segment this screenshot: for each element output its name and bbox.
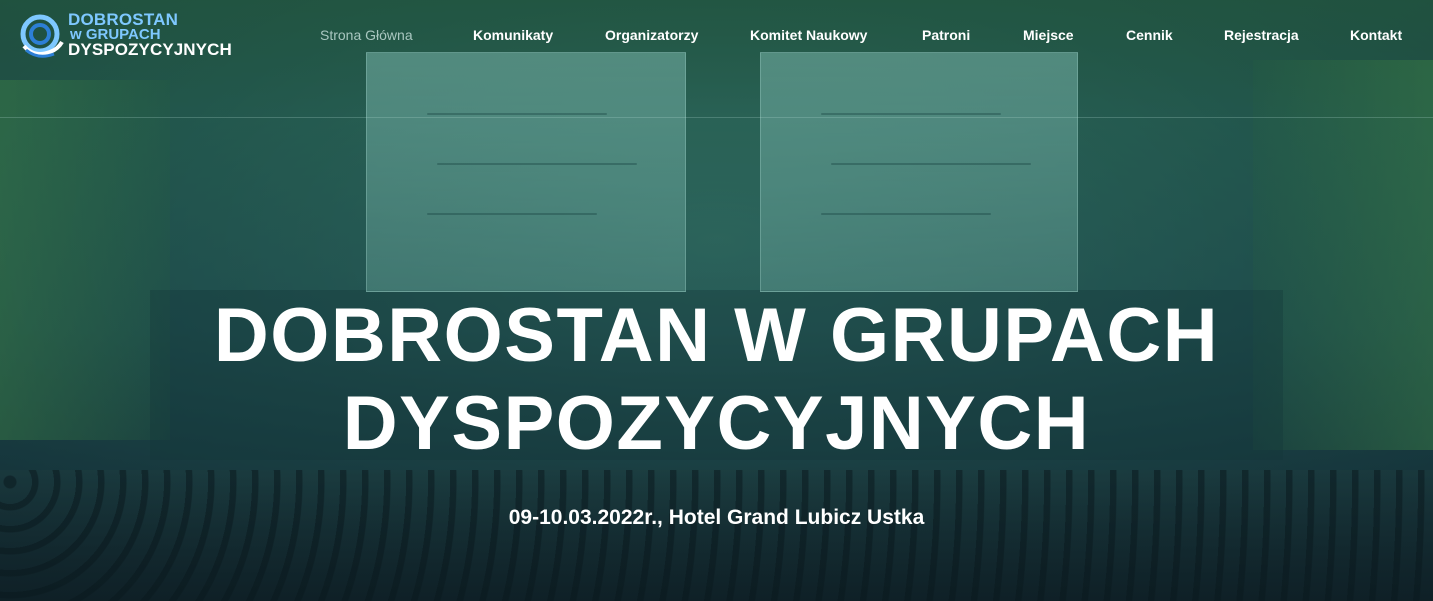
conference-logo-icon [20,14,64,58]
logo-line-1: DOBROSTAN [68,10,179,29]
nav-item-cennik[interactable]: Cennik [1126,27,1173,43]
nav-item-kontakt[interactable]: Kontakt [1350,27,1402,43]
nav-item-strona-glowna[interactable]: Strona Główna [320,27,413,43]
hero-subtitle: 09-10.03.2022r., Hotel Grand Lubicz Ustk… [508,506,925,529]
logo-text: DOBROSTAN w GRUPACH DYSPOZYCYJNYCH [68,10,238,59]
nav-item-komitet-naukowy[interactable]: Komitet Naukowy [750,27,867,43]
nav-item-komunikaty[interactable]: Komunikaty [473,27,553,43]
main-navigation: Strona Główna Komunikaty Organizatorzy K… [320,27,1413,47]
nav-item-rejestracja[interactable]: Rejestracja [1224,27,1299,43]
nav-item-patroni[interactable]: Patroni [922,27,970,43]
hero-title: DOBROSTAN W GRUPACH DYSPOZYCYJNYCH [0,292,1433,468]
audience-silhouettes [0,470,1433,601]
hero-title-line-1: DOBROSTAN W GRUPACH [213,293,1220,378]
hero-title-line-2: DYSPOZYCYJNYCH [342,381,1091,466]
header-divider [0,117,1433,118]
site-logo[interactable]: DOBROSTAN w GRUPACH DYSPOZYCYJNYCH [18,10,238,64]
logo-line-3: DYSPOZYCYJNYCH [68,40,232,59]
nav-item-organizatorzy[interactable]: Organizatorzy [605,27,698,43]
nav-item-miejsce[interactable]: Miejsce [1023,27,1074,43]
projection-screen-left [366,52,686,292]
projection-screen-right [760,52,1078,292]
